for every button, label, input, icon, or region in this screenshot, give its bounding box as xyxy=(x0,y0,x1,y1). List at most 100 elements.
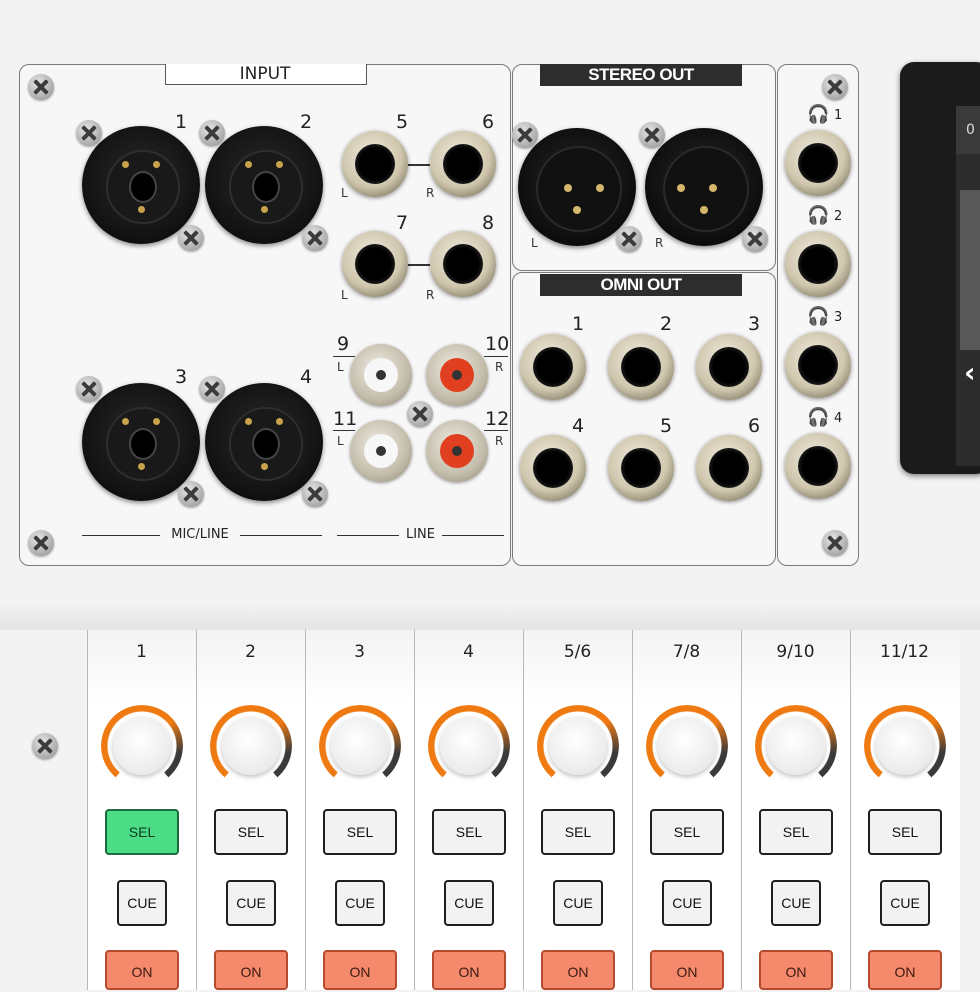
cue-button[interactable]: CUE xyxy=(117,880,167,926)
on-button[interactable]: ON xyxy=(868,950,942,990)
stereo-out-left[interactable] xyxy=(518,128,636,246)
cue-button[interactable]: CUE xyxy=(226,880,276,926)
divider-line xyxy=(484,356,508,358)
gain-knob[interactable] xyxy=(428,705,510,787)
line-input-8[interactable] xyxy=(430,231,496,297)
line-input-6[interactable] xyxy=(430,131,496,197)
omni-out-6[interactable] xyxy=(696,435,762,501)
channel-name: 9/10 xyxy=(776,642,815,662)
gain-knob[interactable] xyxy=(210,705,292,787)
sel-button[interactable]: SEL xyxy=(432,809,506,855)
input-number-2: 2 xyxy=(300,111,313,133)
input-number-6: 6 xyxy=(482,111,495,133)
screw-icon xyxy=(822,74,848,100)
omni-out-title: OMNI OUT xyxy=(540,274,742,296)
phones-number-3: 3 xyxy=(834,310,843,325)
left-label: L xyxy=(337,434,344,448)
cue-button[interactable]: CUE xyxy=(444,880,494,926)
sel-button[interactable]: SEL xyxy=(323,809,397,855)
gain-knob[interactable] xyxy=(537,705,619,787)
rca-input-12[interactable] xyxy=(426,420,488,482)
cue-button[interactable]: CUE xyxy=(553,880,603,926)
chevron-left-icon[interactable]: ‹ xyxy=(964,356,976,389)
mixer-divider xyxy=(0,606,980,630)
input-number-12: 12 xyxy=(485,408,510,430)
screw-icon xyxy=(199,376,225,402)
rca-input-9[interactable] xyxy=(350,344,412,406)
omni-out-4[interactable] xyxy=(520,435,586,501)
gain-knob[interactable] xyxy=(864,705,946,787)
cue-button[interactable]: CUE xyxy=(880,880,930,926)
display-content-area xyxy=(960,190,980,350)
input-title: INPUT xyxy=(239,64,291,84)
stereo-out-right[interactable] xyxy=(645,128,763,246)
gain-knob[interactable] xyxy=(101,705,183,787)
omni-out-2[interactable] xyxy=(608,334,674,400)
input-number-3: 3 xyxy=(175,366,188,388)
gain-knob[interactable] xyxy=(646,705,728,787)
line-input-5[interactable] xyxy=(342,131,408,197)
screw-icon xyxy=(178,481,204,507)
screw-icon xyxy=(302,225,328,251)
on-button[interactable]: ON xyxy=(650,950,724,990)
divider-line xyxy=(333,430,355,432)
display-header-text: 0 xyxy=(966,122,975,138)
combo-input-1[interactable] xyxy=(82,126,200,244)
omni-out-5[interactable] xyxy=(608,435,674,501)
phones-out-3[interactable] xyxy=(785,332,851,398)
phones-number-1: 1 xyxy=(834,108,843,123)
left-label: L xyxy=(341,186,348,200)
on-button[interactable]: ON xyxy=(214,950,288,990)
divider-line xyxy=(333,356,355,358)
on-button[interactable]: ON xyxy=(541,950,615,990)
input-number-4: 4 xyxy=(300,366,313,388)
gain-knob[interactable] xyxy=(755,705,837,787)
screw-icon xyxy=(178,225,204,251)
on-button[interactable]: ON xyxy=(759,950,833,990)
line-input-7[interactable] xyxy=(342,231,408,297)
omni-number-4: 4 xyxy=(572,415,585,437)
right-label: R xyxy=(495,360,504,374)
sel-button[interactable]: SEL xyxy=(868,809,942,855)
headphones-icon: 🎧 xyxy=(807,306,830,326)
rca-input-10[interactable] xyxy=(426,344,488,406)
sel-button[interactable]: SEL xyxy=(105,809,179,855)
channel-name: 7/8 xyxy=(672,642,701,662)
channel-name: 4 xyxy=(463,642,474,662)
sel-button[interactable]: SEL xyxy=(759,809,833,855)
combo-input-2[interactable] xyxy=(205,126,323,244)
divider-line xyxy=(442,535,504,537)
stereo-out-title: STEREO OUT xyxy=(540,64,742,86)
line-label: LINE xyxy=(405,527,435,542)
omni-number-6: 6 xyxy=(748,415,761,437)
sel-button[interactable]: SEL xyxy=(541,809,615,855)
headphones-icon: 🎧 xyxy=(807,205,830,225)
omni-out-3[interactable] xyxy=(696,334,762,400)
phones-out-1[interactable] xyxy=(785,130,851,196)
screw-icon xyxy=(76,120,102,146)
phones-out-4[interactable] xyxy=(785,433,851,499)
sel-button[interactable]: SEL xyxy=(650,809,724,855)
headphones-icon: 🎧 xyxy=(807,407,830,427)
rca-input-11[interactable] xyxy=(350,420,412,482)
channel-name: 1 xyxy=(136,642,147,662)
input-number-1: 1 xyxy=(175,111,188,133)
combo-input-4[interactable] xyxy=(205,383,323,501)
cue-button[interactable]: CUE xyxy=(771,880,821,926)
divider-line xyxy=(240,535,322,537)
omni-out-1[interactable] xyxy=(520,334,586,400)
cue-button[interactable]: CUE xyxy=(662,880,712,926)
omni-number-3: 3 xyxy=(748,313,761,335)
screw-icon xyxy=(742,226,768,252)
input-number-7: 7 xyxy=(396,212,409,234)
on-button[interactable]: ON xyxy=(105,950,179,990)
phones-out-2[interactable] xyxy=(785,231,851,297)
on-button[interactable]: ON xyxy=(323,950,397,990)
sel-button[interactable]: SEL xyxy=(214,809,288,855)
screw-icon xyxy=(616,226,642,252)
on-button[interactable]: ON xyxy=(432,950,506,990)
gain-knob[interactable] xyxy=(319,705,401,787)
input-number-10: 10 xyxy=(485,333,510,355)
phones-number-4: 4 xyxy=(834,411,843,426)
cue-button[interactable]: CUE xyxy=(335,880,385,926)
